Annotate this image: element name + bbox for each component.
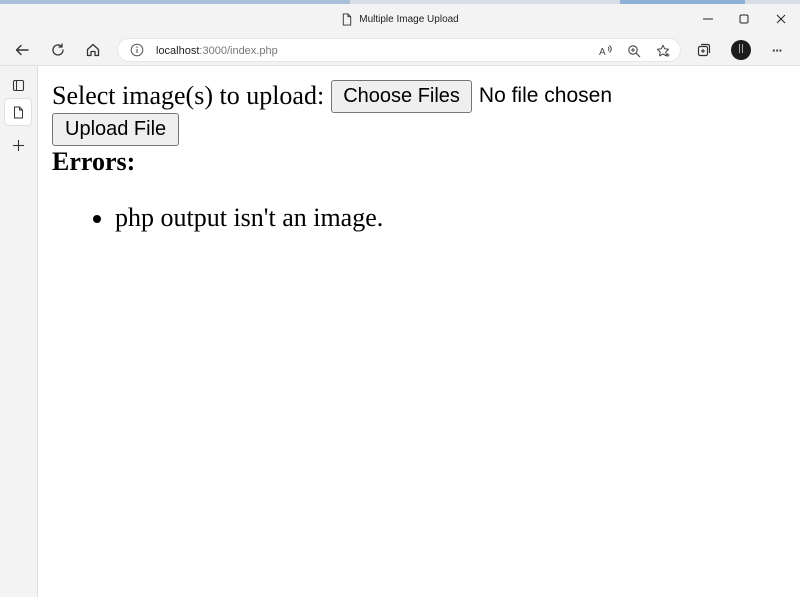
more-menu-button[interactable]: ··· <box>764 37 790 63</box>
choose-files-button[interactable]: Choose Files <box>331 79 472 113</box>
url-text[interactable]: localhost:3000/index.php <box>156 43 278 59</box>
plus-icon <box>12 139 24 151</box>
document-icon <box>343 12 352 26</box>
address-bar[interactable]: localhost:3000/index.php A <box>117 38 681 62</box>
tab-actions-icon <box>12 79 24 91</box>
bullet-icon <box>93 215 101 223</box>
maximize-icon <box>739 14 749 24</box>
window-title-text: Multiple Image Upload <box>359 13 459 25</box>
minimize-icon <box>703 18 713 20</box>
favorite-star-icon <box>656 44 670 57</box>
tab-current-page[interactable] <box>5 99 31 125</box>
home-button[interactable] <box>80 37 106 63</box>
profile-avatar[interactable] <box>731 40 751 60</box>
file-status-text: No file chosen <box>478 84 612 107</box>
file-select-row: Select image(s) to upload: Choose Files … <box>52 79 612 113</box>
info-icon[interactable] <box>130 43 144 57</box>
refresh-button[interactable] <box>45 37 71 63</box>
new-tab-button[interactable] <box>5 132 31 158</box>
minimize-button[interactable] <box>690 4 726 34</box>
errors-heading: Errors: <box>52 147 136 176</box>
url-host: localhost <box>156 45 200 57</box>
page-content: Select image(s) to upload: Choose Files … <box>39 67 800 597</box>
maximize-button[interactable] <box>726 4 762 34</box>
upload-file-button[interactable]: Upload File <box>52 113 180 146</box>
browser-toolbar: localhost:3000/index.php A ··· <box>0 34 800 66</box>
more-icon: ··· <box>772 42 783 58</box>
error-message: php output isn't an image. <box>115 203 384 232</box>
read-aloud-button[interactable]: A <box>597 42 615 60</box>
select-label: Select image(s) to upload: <box>52 81 325 110</box>
close-button[interactable] <box>763 4 799 34</box>
browser-window: Multiple Image Upload localhost:3000/ind… <box>0 0 800 597</box>
window-title: Multiple Image Upload <box>0 4 800 34</box>
read-aloud-icon: A <box>599 45 612 58</box>
back-button[interactable] <box>9 37 35 63</box>
collections-button[interactable] <box>691 37 717 63</box>
vertical-tabs-sidebar <box>0 66 38 597</box>
refresh-icon <box>52 43 64 56</box>
zoom-icon <box>628 45 641 58</box>
favorite-button[interactable] <box>654 42 672 60</box>
close-icon <box>776 14 786 24</box>
url-path: :3000/index.php <box>199 45 278 57</box>
title-bar: Multiple Image Upload <box>0 4 800 34</box>
home-icon <box>86 43 100 57</box>
tab-actions-button[interactable] <box>5 72 31 98</box>
svg-text:A: A <box>599 47 606 58</box>
page-tab-icon <box>13 106 23 118</box>
zoom-button[interactable] <box>625 42 643 60</box>
collections-icon <box>697 43 711 57</box>
list-item: php output isn't an image. <box>93 203 383 233</box>
error-list: php output isn't an image. <box>93 203 383 233</box>
back-arrow-icon <box>15 44 29 56</box>
